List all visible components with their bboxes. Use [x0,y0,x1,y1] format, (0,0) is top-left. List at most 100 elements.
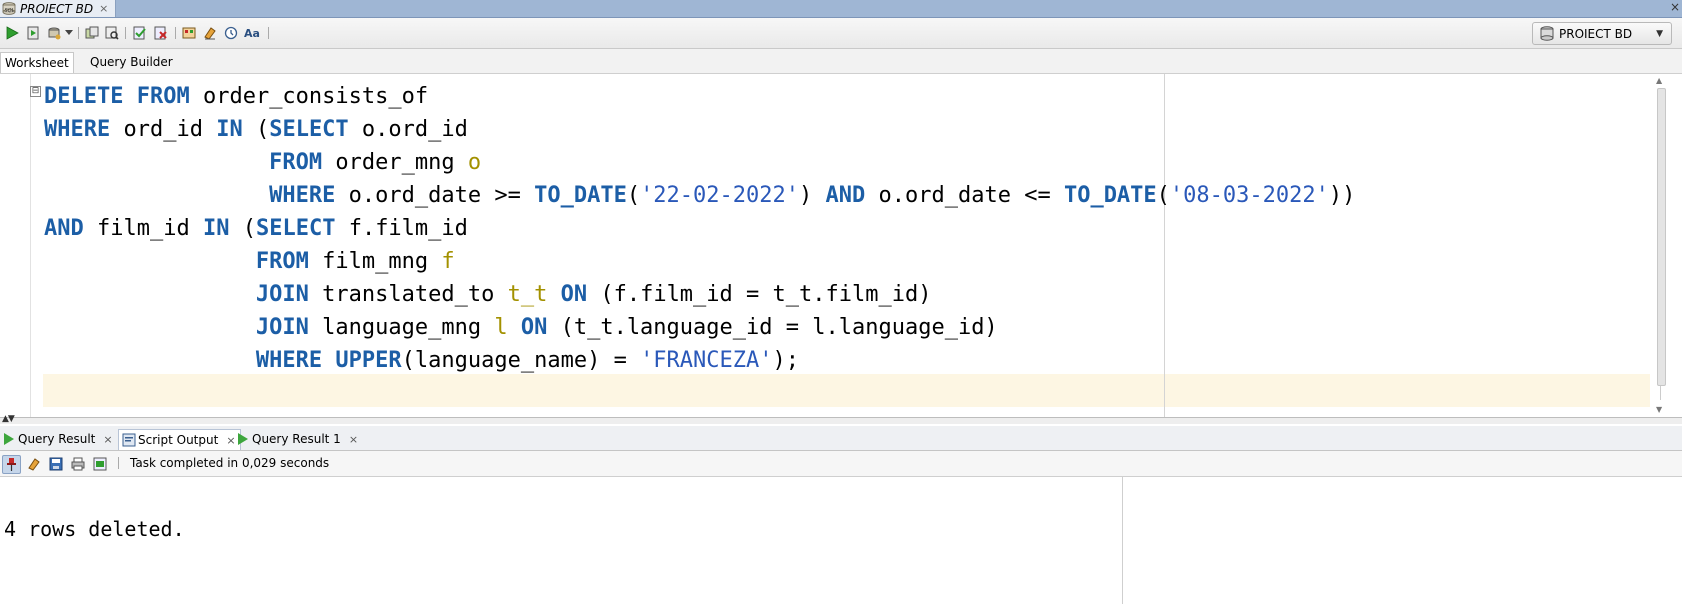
save-icon[interactable] [47,455,64,472]
toolbar-divider [125,27,126,39]
output-divider [1122,477,1123,604]
run-statement-icon[interactable] [3,24,21,42]
clear-eraser-icon[interactable] [201,24,219,42]
rollback-icon[interactable] [152,24,170,42]
code-line: WHERE UPPER(language_name) = 'FRANCEZA')… [44,348,799,373]
tab-query-result[interactable]: Query Result × [0,429,113,449]
sql-keyword: AND [825,183,866,208]
splitter-arrows-icon[interactable]: ▲▼ [2,414,15,424]
commit-icon[interactable] [131,24,149,42]
autotrace-icon[interactable] [45,24,63,42]
editor-vertical-scrollbar[interactable]: ▲ ▼ [1656,76,1666,414]
document-tab-title: PROIECT BD [20,1,94,16]
editor-output-splitter[interactable]: ▲▼ [0,414,1682,424]
code-line: AND film_id IN (SELECT f.film_id [44,216,468,241]
sql-keyword: DELETE [44,84,124,109]
clear-output-eraser-icon[interactable] [25,455,42,472]
sql-keyword: WHERE [269,183,336,208]
sql-text: translated_to [308,282,508,307]
connection-select[interactable]: PROIECT BD ▼ [1532,22,1672,45]
code-line: FROM film_mng f [44,249,455,274]
sql-keyword: FROM [255,249,309,274]
sql-keyword: WHERE [255,348,323,373]
scroll-thumb[interactable] [1657,88,1666,386]
sql-keyword: FROM [269,150,323,175]
scroll-down-icon[interactable]: ▼ [1656,405,1662,414]
format-sql-icon[interactable]: Aa [243,24,261,42]
chevron-down-icon: ▼ [1656,28,1663,39]
toolbar-divider [78,27,79,39]
document-tab[interactable]: SQL PROIECT BD × [0,0,116,17]
sql-editor[interactable]: ⊟ DELETE FROM order_consists_of WHERE or… [0,74,1682,418]
svg-text:SQL: SQL [5,8,15,14]
sql-keyword: TO_DATE [534,183,627,208]
script-output-text: 4 rows deleted. [4,517,185,541]
sql-string: '22-02-2022' [640,183,800,208]
task-status-text: Task completed in 0,029 seconds [130,456,330,470]
sql-text: ( [242,117,270,142]
script-icon [122,433,136,447]
tab-query-result-close-icon[interactable]: × [103,433,112,446]
sql-tuning-icon[interactable] [103,24,121,42]
sql-text: ( [229,216,256,241]
tab-script-output[interactable]: Script Output × [118,429,241,450]
sql-keyword: IN [216,117,243,142]
sql-text: film_mng [308,249,442,274]
sql-keyword: IN [202,216,230,241]
sql-text: (t_t.language_id = l.language_id) [547,315,998,340]
sql-text: )) [1328,183,1356,208]
explain-plan-icon[interactable] [83,24,101,42]
sql-text: ord_id [110,117,217,142]
scroll-up-icon[interactable]: ▲ [1656,76,1662,85]
print-icon[interactable] [69,455,86,472]
pin-icon[interactable] [2,455,21,474]
sql-keyword: FROM [136,84,190,109]
code-line: DELETE FROM order_consists_of [44,84,428,109]
document-tab-close-icon[interactable]: × [99,2,108,15]
window-close-icon[interactable]: × [1670,0,1680,14]
output-toolbar: Task completed in 0,029 seconds [0,451,1682,477]
svg-text:Aa: Aa [244,27,260,40]
sql-text: film_id [83,216,203,241]
sql-text: (language_name) = [401,348,641,373]
sql-alias: o [467,150,482,175]
sql-keyword: JOIN [255,315,309,340]
editor-mode-tabs: Worksheet Query Builder [0,49,1682,74]
line-gutter [0,74,31,417]
connection-name: PROIECT BD [1559,26,1633,41]
tab-query-result-label: Query Result [18,432,96,446]
sql-history-icon[interactable] [222,24,240,42]
sql-code[interactable]: DELETE FROM order_consists_of WHERE ord_… [44,80,1355,410]
tab-query-result-1-close-icon[interactable]: × [349,433,358,446]
autotrace-dropdown-chevron-icon[interactable] [64,24,74,42]
script-output-panel[interactable]: 4 rows deleted. [0,477,1682,604]
play-icon [238,433,248,445]
tab-query-builder[interactable]: Query Builder [86,52,177,72]
sql-alias: l [494,315,508,340]
dbms-output-icon[interactable] [91,455,108,472]
run-script-icon[interactable] [24,24,42,42]
sql-text: language_mng [308,315,495,340]
sql-string: '08-03-2022' [1169,183,1329,208]
sql-text: o.ord_date >= [335,183,535,208]
sql-text: order_mng [322,150,468,175]
fold-collapse-icon[interactable]: ⊟ [30,86,41,97]
code-line: JOIN translated_to t_t ON (f.film_id = t… [44,282,932,307]
sql-keyword: AND [44,216,84,241]
sql-string: 'FRANCEZA' [640,348,773,373]
worksheet-toolbar: Aa PROIECT BD ▼ [0,18,1682,49]
sql-keyword: ON [520,315,548,340]
sql-alias: t_t [507,282,548,307]
unshared-sql-worksheet-icon[interactable] [180,24,198,42]
tab-query-result-1[interactable]: Query Result 1 × [234,429,358,449]
toolbar-divider [175,27,176,39]
tab-worksheet[interactable]: Worksheet [0,52,74,73]
code-line: WHERE ord_id IN (SELECT o.ord_id [44,117,468,142]
code-line: WHERE o.ord_date >= TO_DATE('22-02-2022'… [44,183,1355,208]
